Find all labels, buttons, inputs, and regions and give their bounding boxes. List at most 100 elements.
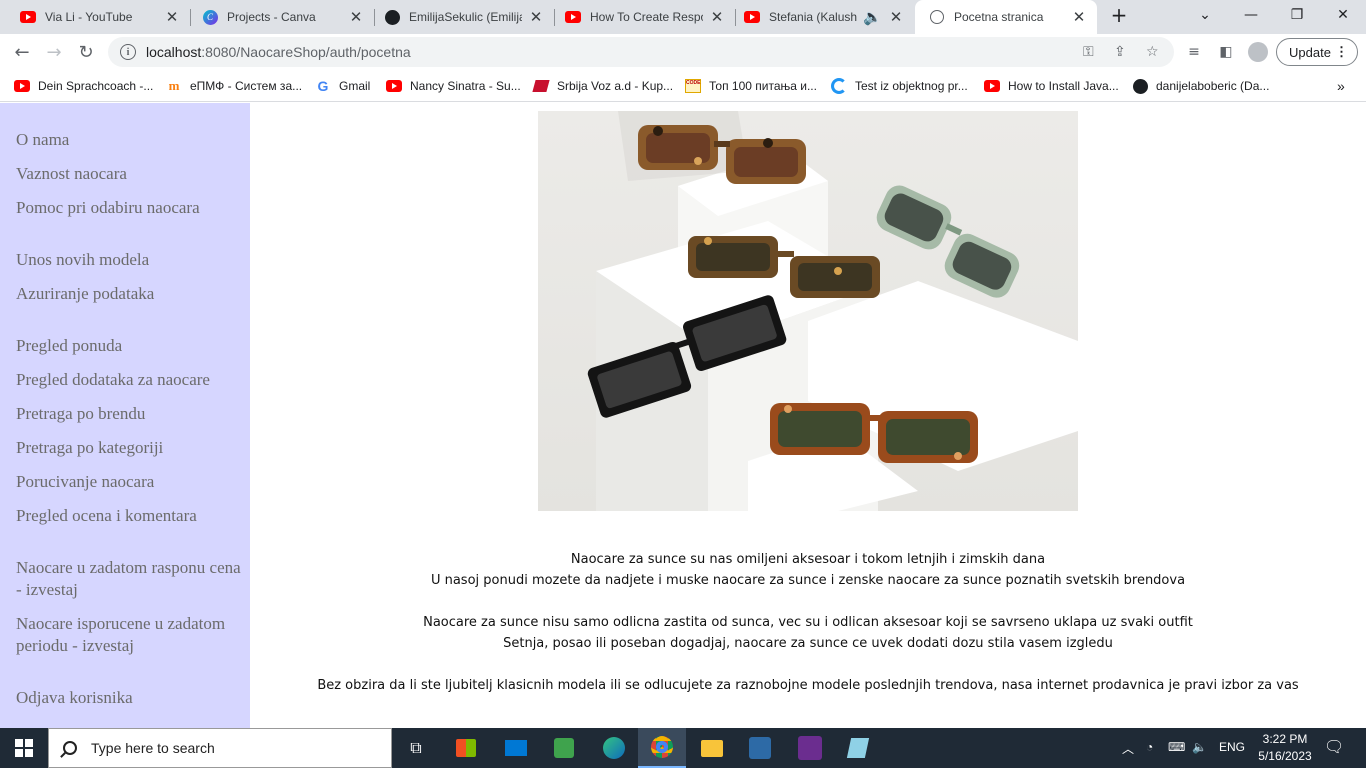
new-tab-button[interactable]: + [1096,0,1142,30]
youtube-icon [20,9,36,25]
forward-arrow-icon[interactable]: → [40,38,68,66]
profile-avatar-icon[interactable] [1244,38,1272,66]
minimize-button[interactable]: — [1228,0,1274,30]
paragraph-line: Setnja, posao ili poseban dogadjaj, naoc… [503,636,1113,651]
close-tab-icon[interactable]: ✕ [528,8,544,26]
bookmark-item[interactable]: Test iz objektnog pr... [831,77,968,95]
language-indicator[interactable]: ENG [1219,740,1245,754]
bookmark-label: How to Install Java... [1008,79,1119,93]
nav-porucivanje-naocara[interactable]: Porucivanje naocara [16,471,244,493]
bookmark-item[interactable]: m еПМФ - Систем за... [166,77,303,95]
youtube-icon [14,78,30,94]
show-hidden-icons-icon[interactable]: ︿ [1122,740,1134,757]
address-bar[interactable]: i localhost:8080/NaocareShop/auth/pocetn… [108,37,1174,67]
game-app-icon[interactable] [786,728,834,768]
nav-izvestaj-isporucene[interactable]: Naocare isporucene u zadatom periodu - i… [16,613,244,657]
nav-odjava-korisnika[interactable]: Odjava korisnika [16,687,244,709]
bookmarks-overflow-button[interactable]: » [1337,77,1345,95]
canva-icon: C [202,9,218,25]
sidebar-nav: O nama Vaznost naocara Pomoc pri odabiru… [0,103,250,728]
restore-button[interactable]: ❐ [1274,0,1320,30]
close-tab-icon[interactable]: ✕ [1071,8,1087,26]
page-viewport: O nama Vaznost naocara Pomoc pri odabiru… [0,103,1366,728]
update-label: Update [1289,44,1331,60]
input-method-icon[interactable]: ⌨ [1168,740,1185,754]
tab-via-li-youtube[interactable]: Via Li - YouTube ✕ [6,0,190,34]
tab-how-to-create[interactable]: How To Create Respo ✕ [551,0,735,34]
close-tab-icon[interactable]: ✕ [164,8,180,26]
bookmark-item[interactable]: CODE Топ 100 питања и... [685,77,817,95]
bookmarks-bar: Dein Sprachcoach -... m еПМФ - Систем за.… [0,70,1366,102]
windows-start-icon[interactable] [0,728,48,768]
bookmark-item[interactable]: G Gmail [315,77,371,95]
notes-app-icon[interactable] [834,728,882,768]
file-explorer-icon[interactable] [688,728,736,768]
edge-icon[interactable] [590,728,638,768]
nav-unos-novih-modela[interactable]: Unos novih modela [16,249,244,271]
notifications-icon[interactable]: 🗨 [1324,737,1344,757]
chrome-icon[interactable] [638,728,686,768]
more-menu-icon[interactable]: ⋮ [1335,44,1348,60]
nav-pregled-ocena[interactable]: Pregled ocena i komentara [16,505,244,527]
close-tab-icon[interactable]: ✕ [888,8,904,26]
bookmark-item[interactable]: How to Install Java... [984,77,1119,95]
volume-icon[interactable]: 🔈 [1192,740,1207,754]
paragraph-line: U nasoj ponudi mozete da nadjete i muske… [430,573,1186,588]
side-panel-icon[interactable]: ◧ [1212,38,1240,66]
tab-pocetna-stranica[interactable]: Pocetna stranica ✕ [915,0,1097,34]
windows-taskbar: Type here to search ⧉ ︿ ◔ ⌨ 🔈 ENG 3:22 P… [0,728,1366,768]
bookmark-label: еПМФ - Систем за... [190,79,303,93]
nav-pregled-dodataka[interactable]: Pregled dodataka za naocare [16,369,244,391]
sunglasses-photo [538,111,1078,511]
sunglasses-illustration [587,111,1078,511]
bookmark-item[interactable]: Nancy Sinatra - Su... [386,77,521,95]
search-placeholder: Type here to search [91,740,215,756]
bookmark-star-icon[interactable]: ☆ [1146,44,1159,60]
update-button[interactable]: Update ⋮ [1276,38,1358,66]
bookmark-item[interactable]: Dein Sprachcoach -... [14,77,153,95]
tab-title: Pocetna stranica [954,10,1044,24]
wifi-icon[interactable]: ◔ [1146,740,1153,754]
share-icon[interactable]: ⇪ [1114,44,1126,60]
bookmark-item[interactable]: Srbija Voz a.d - Kup... [532,77,673,95]
close-tab-icon[interactable]: ✕ [709,8,725,26]
browser-toolbar: ← → ↻ i localhost:8080/NaocareShop/auth/… [0,34,1366,70]
tab-projects-canva[interactable]: C Projects - Canva ✕ [188,0,374,34]
tab-emilija-github[interactable]: EmilijaSekulic (Emilija ✕ [370,0,554,34]
bookmark-item[interactable]: danijelaboberic (Da... [1132,77,1269,95]
store-icon[interactable] [442,728,490,768]
close-tab-icon[interactable]: ✕ [348,8,364,26]
vscode-icon[interactable] [736,728,784,768]
bookmark-label: Nancy Sinatra - Su... [410,79,521,93]
tab-title: EmilijaSekulic (Emilija [409,10,522,24]
youtube-icon [984,78,1000,94]
nav-pretraga-po-brendu[interactable]: Pretraga po brendu [16,403,244,425]
nav-o-nama[interactable]: O nama [16,129,244,151]
calendar-icon[interactable] [540,728,588,768]
password-key-icon[interactable]: ⚿ [1083,44,1094,60]
nav-vaznost-naocara[interactable]: Vaznost naocara [16,163,244,185]
paragraph-line: Naocare za sunce nisu samo odlicna zasti… [423,615,1193,630]
tab-stefania[interactable]: Stefania (Kalush C 🔈 ✕ [730,0,914,34]
close-window-button[interactable]: ✕ [1320,0,1366,30]
url-text[interactable]: localhost:8080/NaocareShop/auth/pocetna [146,44,411,60]
moz-icon [831,78,847,94]
nav-pretraga-po-kategoriji[interactable]: Pretraga po kategoriji [16,437,244,459]
nav-pregled-ponuda[interactable]: Pregled ponuda [16,335,244,357]
speaker-icon[interactable]: 🔈 [863,8,882,26]
taskbar-search-box[interactable]: Type here to search [48,728,392,768]
taskbar-clock[interactable]: 3:22 PM 5/16/2023 [1250,731,1320,765]
reading-list-icon[interactable]: ≡ [1180,38,1208,66]
paragraph-line: Bez obzira da li ste ljubitelj klasicnih… [317,678,1299,693]
tab-search-icon[interactable]: ⌄ [1182,0,1228,30]
intro-text: Naocare za sunce su nas omiljeni aksesoa… [250,549,1366,696]
nav-pomoc-pri-odabiru[interactable]: Pomoc pri odabiru naocara [16,197,244,219]
youtube-icon [565,9,581,25]
nav-izvestaj-raspon-cena[interactable]: Naocare u zadatom rasponu cena - izvesta… [16,557,244,601]
back-arrow-icon[interactable]: ← [8,38,36,66]
site-info-icon[interactable]: i [120,44,136,60]
task-view-icon[interactable]: ⧉ [392,728,440,768]
mail-icon[interactable] [492,728,540,768]
nav-azuriranje-podataka[interactable]: Azuriranje podataka [16,283,244,305]
reload-icon[interactable]: ↻ [72,38,100,66]
